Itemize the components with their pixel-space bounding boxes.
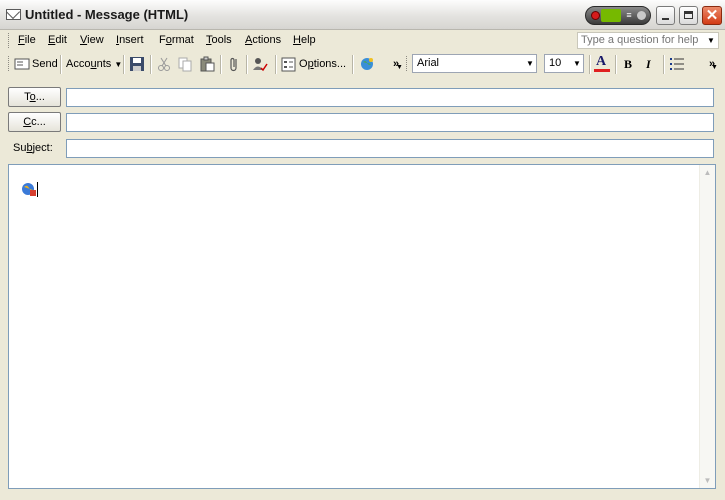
- send-button[interactable]: Send: [14, 54, 58, 75]
- dropdown-arrow-icon[interactable]: ▼: [707, 36, 716, 45]
- nvidia-widget[interactable]: ≡: [585, 6, 651, 25]
- bullets-icon[interactable]: [669, 56, 685, 72]
- toolbar-separator: [275, 55, 277, 74]
- window-title: Untitled - Message (HTML): [25, 7, 189, 22]
- minimize-icon: [662, 18, 669, 20]
- cc-input[interactable]: [67, 114, 719, 131]
- ask-question-input[interactable]: [578, 33, 703, 47]
- paste-icon[interactable]: [199, 56, 215, 72]
- toolbar-separator: [352, 55, 354, 74]
- toolbar-separator: [615, 55, 617, 74]
- scroll-up-icon[interactable]: ▲: [700, 165, 715, 180]
- record-icon[interactable]: [591, 11, 600, 20]
- circle-icon[interactable]: [637, 11, 646, 20]
- vertical-scrollbar[interactable]: ▲ ▼: [699, 165, 715, 488]
- accounts-button[interactable]: Accounts ▼: [66, 54, 122, 75]
- to-field[interactable]: [66, 88, 719, 107]
- to-input[interactable]: [67, 89, 719, 106]
- subject-label: Subject:: [13, 142, 53, 154]
- scroll-down-icon[interactable]: ▼: [700, 473, 715, 488]
- dropdown-arrow-icon: ▼: [711, 64, 718, 71]
- options-button[interactable]: Options...: [281, 54, 346, 75]
- toolbar-grip[interactable]: [406, 56, 410, 71]
- menu-bar: File Edit View Insert Format Tools Actio…: [0, 30, 725, 51]
- toolbar-separator: [246, 55, 248, 74]
- font-size-select[interactable]: 10 ▼: [544, 54, 584, 73]
- menu-edit[interactable]: Edit: [48, 33, 67, 48]
- dropdown-arrow-icon: ▼: [396, 64, 403, 71]
- globe-icon[interactable]: [359, 56, 375, 72]
- standard-toolbar: Send Accounts ▼ Options... » ▼ Arial ▼ 1…: [0, 51, 725, 78]
- toolbar-separator: [589, 55, 591, 74]
- menu-format[interactable]: Format: [159, 33, 194, 48]
- ask-question-box[interactable]: ▼: [577, 32, 719, 49]
- toolbar-separator: [220, 55, 222, 74]
- check-names-icon[interactable]: [252, 56, 268, 72]
- toolbar-separator: [663, 55, 665, 74]
- minimize-button[interactable]: [656, 6, 675, 25]
- font-color-button[interactable]: A: [594, 54, 610, 73]
- cc-button[interactable]: Cc...: [8, 112, 61, 132]
- message-body[interactable]: ▲ ▼: [8, 164, 716, 489]
- cut-icon[interactable]: [156, 56, 172, 72]
- bold-button[interactable]: B: [624, 54, 632, 75]
- to-button[interactable]: To...: [8, 87, 61, 107]
- toolbar-separator: [123, 55, 125, 74]
- font-name-select[interactable]: Arial ▼: [412, 54, 537, 73]
- font-color-icon: A: [596, 54, 607, 69]
- options-icon: [281, 57, 296, 72]
- menu-view[interactable]: View: [80, 33, 104, 48]
- save-icon[interactable]: [129, 56, 145, 72]
- font-color-bar: [594, 69, 610, 72]
- dropdown-arrow-icon: ▼: [114, 60, 123, 69]
- maximize-button[interactable]: [679, 6, 698, 25]
- send-icon: [14, 58, 30, 70]
- envelope-icon: [6, 9, 21, 20]
- menu-actions[interactable]: Actions: [245, 33, 281, 48]
- close-icon: ✕: [705, 7, 719, 24]
- subject-input[interactable]: [67, 140, 719, 157]
- menu-icon[interactable]: ≡: [623, 10, 635, 21]
- toolbar-grip[interactable]: [8, 33, 12, 48]
- menu-tools[interactable]: Tools: [206, 33, 232, 48]
- toolbar-separator: [60, 55, 62, 74]
- attach-icon[interactable]: [226, 56, 242, 72]
- text-caret: [37, 182, 38, 197]
- smart-tag-icon[interactable]: [21, 181, 37, 197]
- menu-file[interactable]: File: [18, 33, 36, 48]
- dropdown-arrow-icon[interactable]: ▼: [526, 59, 534, 68]
- cc-field[interactable]: [66, 113, 719, 132]
- close-button[interactable]: ✕: [702, 6, 722, 25]
- dropdown-arrow-icon[interactable]: ▼: [573, 59, 581, 68]
- menu-help[interactable]: Help: [293, 33, 316, 48]
- maximize-icon: [684, 11, 693, 19]
- copy-icon[interactable]: [177, 56, 193, 72]
- nvidia-logo-icon: [601, 9, 621, 22]
- italic-button[interactable]: I: [646, 54, 651, 75]
- title-bar[interactable]: Untitled - Message (HTML) ≡ ✕: [0, 0, 725, 30]
- toolbar-grip[interactable]: [8, 56, 12, 71]
- toolbar-separator: [150, 55, 152, 74]
- menu-insert[interactable]: Insert: [116, 33, 144, 48]
- subject-field[interactable]: [66, 139, 719, 158]
